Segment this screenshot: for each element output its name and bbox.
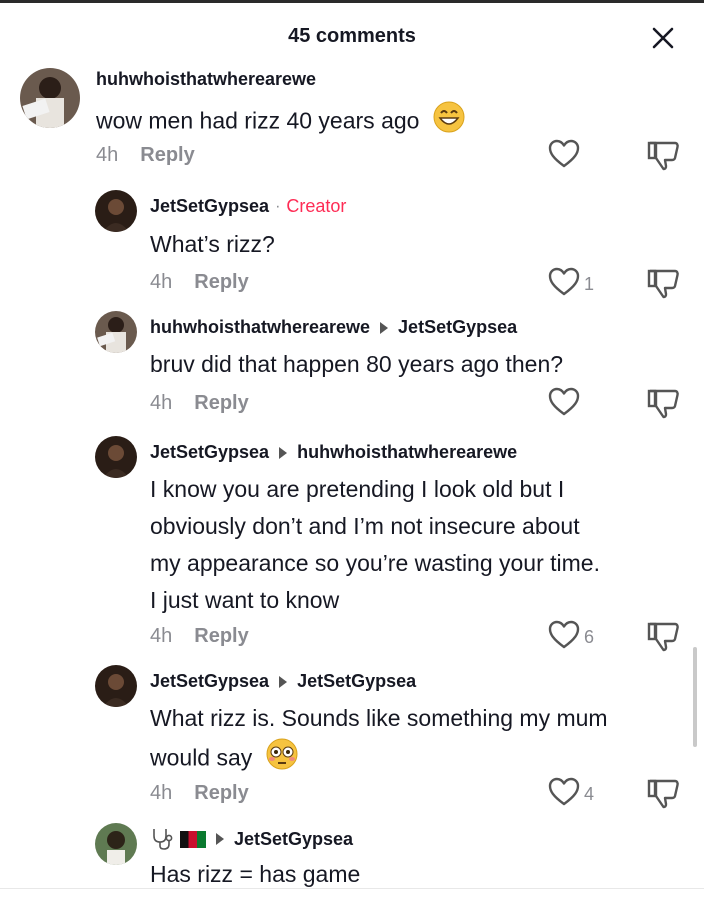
creator-badge: Creator: [286, 196, 347, 216]
comment-text: What’s rizz?: [150, 231, 275, 257]
avatar[interactable]: [20, 68, 80, 128]
heart-icon[interactable]: [548, 387, 580, 422]
comment-meta: 4h Reply: [150, 782, 249, 805]
like-button[interactable]: [548, 139, 584, 174]
scrollbar[interactable]: [693, 647, 697, 747]
separator-dot: ·: [275, 197, 281, 215]
like-button[interactable]: 1: [548, 267, 594, 302]
comment-text-line: my appearance so you’re wasting your tim…: [150, 550, 600, 576]
comment-username[interactable]: JetSetGypsea huhwhoisthatwherearewe: [150, 442, 517, 463]
afghanistan-flag-icon: [180, 830, 206, 848]
avatar[interactable]: [95, 665, 137, 707]
flushed-face-icon: [265, 737, 299, 782]
username-text[interactable]: JetSetGypsea: [150, 671, 269, 692]
comment-username[interactable]: huhwhoisthatwherearewe: [96, 69, 316, 90]
like-count: 1: [584, 274, 595, 294]
bottom-divider: [0, 888, 704, 889]
like-count: 6: [584, 627, 595, 647]
comment-meta: 4h Reply: [96, 144, 195, 167]
comment-time: 4h: [150, 271, 173, 293]
comment-username[interactable]: JetSetGypsea JetSetGypsea: [150, 671, 416, 692]
comment-text-line-with-emoji: would say: [150, 737, 608, 782]
like-button[interactable]: 6: [548, 620, 594, 655]
comment-time: 4h: [96, 144, 119, 166]
avatar[interactable]: [95, 311, 137, 353]
comments-panel: 45 comments huhwhoisthatwherearewe wow m…: [0, 3, 704, 900]
grinning-face-icon: [432, 100, 466, 145]
dislike-icon[interactable]: [646, 139, 680, 176]
reply-to-username[interactable]: JetSetGypsea: [234, 829, 353, 850]
reply-button[interactable]: Reply: [194, 625, 248, 647]
like-count: 4: [584, 784, 595, 804]
comment-username[interactable]: huhwhoisthatwherearewe JetSetGypsea: [150, 317, 517, 338]
reply-to-username[interactable]: JetSetGypsea: [297, 671, 416, 692]
heart-icon[interactable]: [548, 139, 580, 174]
username-text[interactable]: JetSetGypsea: [150, 196, 269, 217]
comment-text-line: would say: [150, 744, 253, 771]
dislike-icon[interactable]: [646, 777, 680, 814]
avatar[interactable]: [95, 190, 137, 232]
reply-to-username[interactable]: huhwhoisthatwherearewe: [297, 442, 517, 463]
dislike-icon[interactable]: [646, 267, 680, 304]
reply-arrow-icon: [380, 321, 389, 334]
username-text[interactable]: huhwhoisthatwherearewe: [96, 69, 316, 90]
comment-meta: 4h Reply: [150, 625, 249, 648]
heart-icon[interactable]: [548, 620, 580, 655]
comment-time: 4h: [150, 392, 173, 414]
reply-button[interactable]: Reply: [194, 392, 248, 414]
like-button[interactable]: 4: [548, 777, 594, 812]
dislike-icon[interactable]: [646, 620, 680, 657]
avatar[interactable]: [95, 436, 137, 478]
comment-text-line: What rizz is. Sounds like something my m…: [150, 705, 608, 731]
comments-count-title: 45 comments: [288, 25, 416, 47]
reply-arrow-icon: [216, 833, 224, 845]
comment-text: wow men had rizz 40 years ago: [96, 100, 466, 145]
comment-username[interactable]: JetSetGypsea: [150, 827, 353, 851]
close-icon[interactable]: [648, 23, 678, 53]
comment-username[interactable]: JetSetGypsea · Creator: [150, 196, 346, 217]
dislike-icon[interactable]: [646, 387, 680, 424]
heart-icon[interactable]: [548, 777, 580, 812]
reply-arrow-icon: [279, 446, 288, 459]
comment-text: What rizz is. Sounds like something my m…: [150, 700, 608, 782]
comment-meta: 4h Reply: [150, 271, 249, 294]
avatar[interactable]: [95, 823, 137, 865]
comment-text-content: wow men had rizz 40 years ago: [96, 107, 420, 134]
reply-arrow-icon: [279, 675, 288, 688]
comment-text: I know you are pretending I look old but…: [150, 471, 600, 619]
username-text[interactable]: huhwhoisthatwherearewe: [150, 317, 370, 338]
like-button[interactable]: [548, 387, 584, 422]
comment-text-line: obviously don’t and I’m not insecure abo…: [150, 513, 580, 539]
comment-text-line: I just want to know: [150, 587, 340, 613]
heart-icon[interactable]: [548, 267, 580, 302]
comment-text-line: I know you are pretending I look old but…: [150, 476, 565, 502]
username-text[interactable]: JetSetGypsea: [150, 442, 269, 463]
reply-button[interactable]: Reply: [194, 782, 248, 804]
comment-time: 4h: [150, 782, 173, 804]
reply-to-username[interactable]: JetSetGypsea: [398, 317, 517, 338]
reply-button[interactable]: Reply: [140, 144, 194, 166]
reply-button[interactable]: Reply: [194, 271, 248, 293]
comment-time: 4h: [150, 625, 173, 647]
stethoscope-icon: [150, 827, 178, 851]
comment-text: bruv did that happen 80 years ago then?: [150, 351, 564, 377]
comment-meta: 4h Reply: [150, 392, 249, 415]
